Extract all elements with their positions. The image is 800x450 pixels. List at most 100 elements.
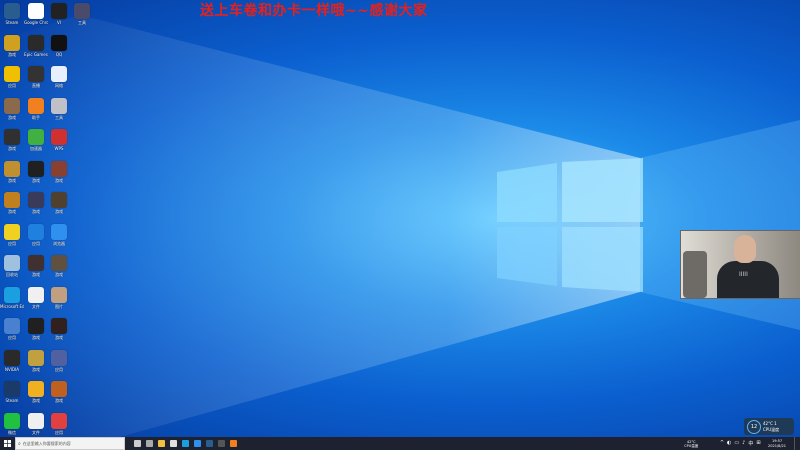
shortcut-label: 应用 <box>8 335 16 340</box>
webcam-overlay: IIIII <box>680 230 800 299</box>
desktop-shortcut[interactable]: 应用 <box>0 223 24 246</box>
taskbar-search-box[interactable]: ⌕ 在这里输入你要搜索的内容 <box>15 437 125 450</box>
shortcut-label: Steam <box>5 20 19 25</box>
desktop-shortcut[interactable]: 游戏 <box>47 318 71 340</box>
desktop-shortcut[interactable]: 游戏 <box>47 192 71 214</box>
shortcut-label: 游戏 <box>8 114 16 120</box>
clock[interactable]: 19:57 2021/8/21 <box>768 439 786 448</box>
shortcut-label: Google Chrome <box>24 20 48 25</box>
taskbar-app-button[interactable] <box>155 437 167 450</box>
desktop-shortcut[interactable]: Steam <box>0 3 24 25</box>
shortcut-label: Microsoft Edge <box>0 303 24 309</box>
shortcut-label: 应用 <box>55 366 63 372</box>
desktop-shortcut[interactable]: 应用 <box>0 318 24 340</box>
app-icon <box>51 349 67 366</box>
desktop-shortcut[interactable]: 应用 <box>47 412 71 435</box>
shortcut-label: 游戏 <box>55 335 63 340</box>
desktop-shortcut[interactable]: 游戏 <box>47 160 71 183</box>
desktop-shortcut[interactable]: 应用 <box>24 223 48 246</box>
steam-icon <box>4 3 20 19</box>
taskbar-app-button[interactable] <box>167 437 179 450</box>
weather-widget[interactable]: 42°C CPU温度 <box>684 440 698 448</box>
desktop-shortcut[interactable]: 游戏 <box>24 349 48 372</box>
green-app-icon <box>28 129 44 145</box>
taskbar-app-button[interactable] <box>143 437 155 450</box>
shortcut-label: 游戏 <box>32 335 40 340</box>
show-desktop-button[interactable] <box>794 437 800 450</box>
tray-icon[interactable]: 中 <box>748 440 753 447</box>
wps-icon <box>51 129 67 145</box>
desktop-shortcut[interactable]: VI <box>47 3 71 25</box>
desktop-shortcut[interactable]: Google Chrome <box>24 3 48 25</box>
desktop-shortcut[interactable]: QQ <box>47 34 71 57</box>
desktop-shortcut[interactable]: 应用 <box>47 349 71 372</box>
taskbar-app-button[interactable] <box>179 437 191 450</box>
desktop-shortcut[interactable]: Microsoft Edge <box>0 286 24 309</box>
start-button[interactable] <box>0 437 14 450</box>
desktop-shortcut[interactable]: 游戏 <box>0 97 24 120</box>
tray-icon[interactable]: ♪ <box>742 440 745 447</box>
desktop-shortcut[interactable]: 网络 <box>47 66 71 88</box>
hardware-monitor-widget[interactable]: 12 42°C 1 CPU温度 <box>744 418 794 435</box>
shortcut-label: 游戏 <box>55 398 63 403</box>
task-view-icon <box>133 440 141 447</box>
game-icon <box>51 255 67 271</box>
desktop-shortcut[interactable]: 游戏 <box>0 160 24 183</box>
game-icon <box>28 381 44 397</box>
shortcut-label: 游戏 <box>8 209 16 214</box>
desktop-shortcut[interactable]: 文件 <box>24 286 48 309</box>
edge-icon <box>4 286 20 303</box>
game-icon <box>51 318 67 334</box>
blue-app-icon <box>28 223 44 240</box>
file-icon <box>28 286 44 303</box>
tray-icon[interactable]: ◐ <box>727 440 731 447</box>
desktop-shortcut[interactable]: 游戏 <box>24 381 48 403</box>
shortcut-label: Epic Games <box>24 51 48 57</box>
taskbar-app-button[interactable] <box>215 437 227 450</box>
desktop-shortcut[interactable]: WPS <box>47 129 71 151</box>
image-icon <box>51 286 67 303</box>
desktop-shortcut[interactable]: 游戏 <box>0 129 24 151</box>
desktop-shortcut[interactable]: 工具 <box>47 97 71 120</box>
desktop-shortcut[interactable]: 回收站 <box>0 255 24 277</box>
shortcut-label: 文件 <box>32 429 40 435</box>
taskbar-app-button[interactable] <box>203 437 215 450</box>
desktop-shortcut[interactable]: 游戏 <box>47 381 71 403</box>
tool-icon <box>51 97 67 114</box>
tray-icon[interactable]: ^ <box>720 440 724 447</box>
windows-logo-wallpaper <box>497 158 643 292</box>
desktop-shortcut[interactable]: 游戏 <box>0 34 24 57</box>
desktop-shortcut[interactable]: 游戏 <box>24 160 48 183</box>
desktop-shortcut[interactable]: 游戏 <box>24 192 48 214</box>
desktop[interactable]: 送上车卷和办卡一样哦~~感谢大家 SteamGoogle ChromeVI工具游… <box>0 0 800 437</box>
shortcut-label: NVIDIA <box>5 366 19 372</box>
desktop-shortcut[interactable]: 游戏 <box>47 255 71 277</box>
taskbar-app-button[interactable] <box>131 437 143 450</box>
wallpaper-light-beam <box>0 15 800 437</box>
epic-icon <box>28 34 44 51</box>
shortcut-label: 游戏 <box>8 51 16 57</box>
tray-icon[interactable]: ⊞ <box>756 440 760 447</box>
desktop-shortcut[interactable]: Epic Games <box>24 34 48 57</box>
desktop-shortcut[interactable]: 游戏 <box>0 192 24 214</box>
desktop-shortcut[interactable]: 文件 <box>24 412 48 435</box>
desktop-shortcut[interactable]: 游戏 <box>24 318 48 340</box>
desktop-shortcut[interactable]: 助手 <box>24 97 48 120</box>
windows-start-icon <box>3 440 11 447</box>
streamer-head <box>734 235 756 263</box>
desktop-shortcut[interactable]: 图片 <box>47 286 71 309</box>
desktop-shortcut[interactable]: Steam <box>0 381 24 403</box>
desktop-shortcut[interactable]: 微信 <box>0 412 24 435</box>
wechat-icon <box>4 412 20 429</box>
tray-icon[interactable]: ▭ <box>734 440 739 447</box>
desktop-shortcut[interactable]: 应用 <box>0 66 24 88</box>
taskbar-app-button[interactable] <box>191 437 203 450</box>
desktop-shortcut[interactable]: 加速器 <box>24 129 48 151</box>
desktop-shortcut[interactable]: NVIDIA <box>0 349 24 372</box>
desktop-shortcut[interactable]: 工具 <box>70 3 94 25</box>
browser-icon <box>193 440 201 447</box>
desktop-shortcut[interactable]: 直播 <box>24 66 48 88</box>
taskbar-app-button[interactable] <box>227 437 239 450</box>
desktop-shortcut[interactable]: 游戏 <box>24 255 48 277</box>
desktop-shortcut[interactable]: 浏览器 <box>47 223 71 246</box>
